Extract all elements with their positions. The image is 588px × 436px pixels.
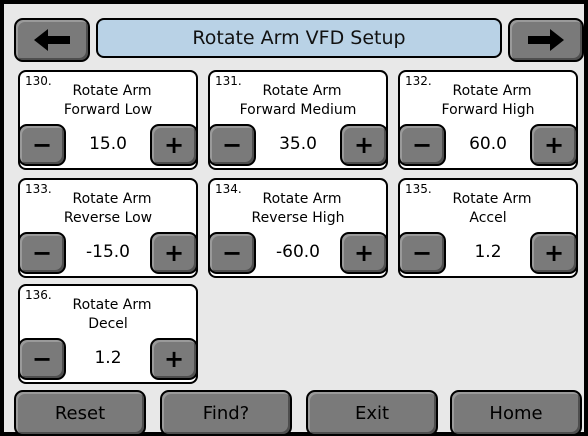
plus-icon: + bbox=[543, 131, 565, 159]
plus-icon: + bbox=[163, 345, 185, 373]
param-name-line1: Rotate Arm bbox=[72, 83, 152, 99]
minus-icon: − bbox=[411, 131, 433, 159]
param-name-line2: Decel bbox=[88, 316, 128, 332]
home-button[interactable]: Home bbox=[450, 390, 582, 436]
decrement-button[interactable]: − bbox=[18, 232, 66, 274]
param-value: -60.0 bbox=[276, 242, 320, 262]
minus-icon: − bbox=[31, 345, 53, 373]
param-name-line1: Rotate Arm bbox=[72, 297, 152, 313]
decrement-button[interactable]: − bbox=[18, 338, 66, 380]
param-value: 1.2 bbox=[94, 348, 122, 368]
increment-button[interactable]: + bbox=[150, 124, 198, 166]
param-label-box: 131. Rotate Arm Forward Medium bbox=[208, 70, 388, 128]
param-value-box: − 35.0 + bbox=[208, 124, 388, 170]
param-name-line2: Forward High bbox=[441, 102, 535, 118]
param-name-line2: Forward Low bbox=[63, 102, 153, 118]
param-label-box: 136. Rotate Arm Decel bbox=[18, 284, 198, 342]
param-name: Rotate Arm Accel bbox=[400, 190, 576, 228]
param-value-box: − 15.0 + bbox=[18, 124, 198, 170]
param-value: -15.0 bbox=[86, 242, 130, 262]
param-name: Rotate Arm Reverse Low bbox=[20, 190, 196, 228]
param-value-box: − 1.2 + bbox=[398, 232, 578, 278]
param-value-box: − 60.0 + bbox=[398, 124, 578, 170]
param-name: Rotate Arm Forward Low bbox=[20, 82, 196, 120]
decrement-button[interactable]: − bbox=[398, 124, 446, 166]
param-name-line2: Accel bbox=[469, 210, 507, 226]
decrement-button[interactable]: − bbox=[398, 232, 446, 274]
minus-icon: − bbox=[221, 131, 243, 159]
param-name: Rotate Arm Forward High bbox=[400, 82, 576, 120]
param-name-line2: Reverse High bbox=[251, 210, 345, 226]
plus-icon: + bbox=[163, 239, 185, 267]
param-value: 1.2 bbox=[474, 242, 502, 262]
param-card-135: 135. Rotate Arm Accel − 1.2 + bbox=[398, 178, 578, 278]
exit-button[interactable]: Exit bbox=[306, 390, 438, 436]
increment-button[interactable]: + bbox=[150, 232, 198, 274]
param-card-132: 132. Rotate Arm Forward High − 60.0 + bbox=[398, 70, 578, 170]
param-name-line2: Reverse Low bbox=[63, 210, 153, 226]
minus-icon: − bbox=[221, 239, 243, 267]
param-card-130: 130. Rotate Arm Forward Low − 15.0 + bbox=[18, 70, 198, 170]
param-label-box: 132. Rotate Arm Forward High bbox=[398, 70, 578, 128]
param-name-line1: Rotate Arm bbox=[452, 191, 532, 207]
increment-button[interactable]: + bbox=[530, 124, 578, 166]
param-value-box: − -60.0 + bbox=[208, 232, 388, 278]
param-value-box: − 1.2 + bbox=[18, 338, 198, 384]
param-name-line1: Rotate Arm bbox=[72, 191, 152, 207]
param-value: 15.0 bbox=[89, 134, 127, 154]
plus-icon: + bbox=[353, 239, 375, 267]
plus-icon: + bbox=[163, 131, 185, 159]
param-label-box: 135. Rotate Arm Accel bbox=[398, 178, 578, 236]
page-title: Rotate Arm VFD Setup bbox=[96, 18, 502, 58]
param-card-131: 131. Rotate Arm Forward Medium − 35.0 + bbox=[208, 70, 388, 170]
find-button[interactable]: Find? bbox=[160, 390, 292, 436]
param-card-136: 136. Rotate Arm Decel − 1.2 + bbox=[18, 284, 198, 384]
increment-button[interactable]: + bbox=[340, 124, 388, 166]
minus-icon: − bbox=[31, 239, 53, 267]
param-name: Rotate Arm Reverse High bbox=[210, 190, 386, 228]
decrement-button[interactable]: − bbox=[18, 124, 66, 166]
param-label-box: 133. Rotate Arm Reverse Low bbox=[18, 178, 198, 236]
param-value: 60.0 bbox=[469, 134, 507, 154]
back-button[interactable] bbox=[14, 18, 90, 62]
forward-button[interactable] bbox=[508, 18, 584, 62]
decrement-button[interactable]: − bbox=[208, 124, 256, 166]
param-card-133: 133. Rotate Arm Reverse Low − -15.0 + bbox=[18, 178, 198, 278]
minus-icon: − bbox=[411, 239, 433, 267]
vfd-setup-screen: Rotate Arm VFD Setup 130. Rotate Arm For… bbox=[0, 0, 588, 436]
param-name-line2: Forward Medium bbox=[239, 102, 357, 118]
param-value-box: − -15.0 + bbox=[18, 232, 198, 278]
param-name: Rotate Arm Forward Medium bbox=[210, 82, 386, 120]
param-name: Rotate Arm Decel bbox=[20, 296, 196, 334]
plus-icon: + bbox=[543, 239, 565, 267]
increment-button[interactable]: + bbox=[150, 338, 198, 380]
param-name-line1: Rotate Arm bbox=[452, 83, 532, 99]
decrement-button[interactable]: − bbox=[208, 232, 256, 274]
increment-button[interactable]: + bbox=[530, 232, 578, 274]
right-arrow-icon bbox=[528, 29, 564, 51]
param-card-134: 134. Rotate Arm Reverse High − -60.0 + bbox=[208, 178, 388, 278]
param-value: 35.0 bbox=[279, 134, 317, 154]
increment-button[interactable]: + bbox=[340, 232, 388, 274]
minus-icon: − bbox=[31, 131, 53, 159]
plus-icon: + bbox=[353, 131, 375, 159]
param-label-box: 130. Rotate Arm Forward Low bbox=[18, 70, 198, 128]
param-name-line1: Rotate Arm bbox=[262, 191, 342, 207]
param-name-line1: Rotate Arm bbox=[262, 83, 342, 99]
param-label-box: 134. Rotate Arm Reverse High bbox=[208, 178, 388, 236]
reset-button[interactable]: Reset bbox=[14, 390, 146, 436]
left-arrow-icon bbox=[34, 29, 70, 51]
